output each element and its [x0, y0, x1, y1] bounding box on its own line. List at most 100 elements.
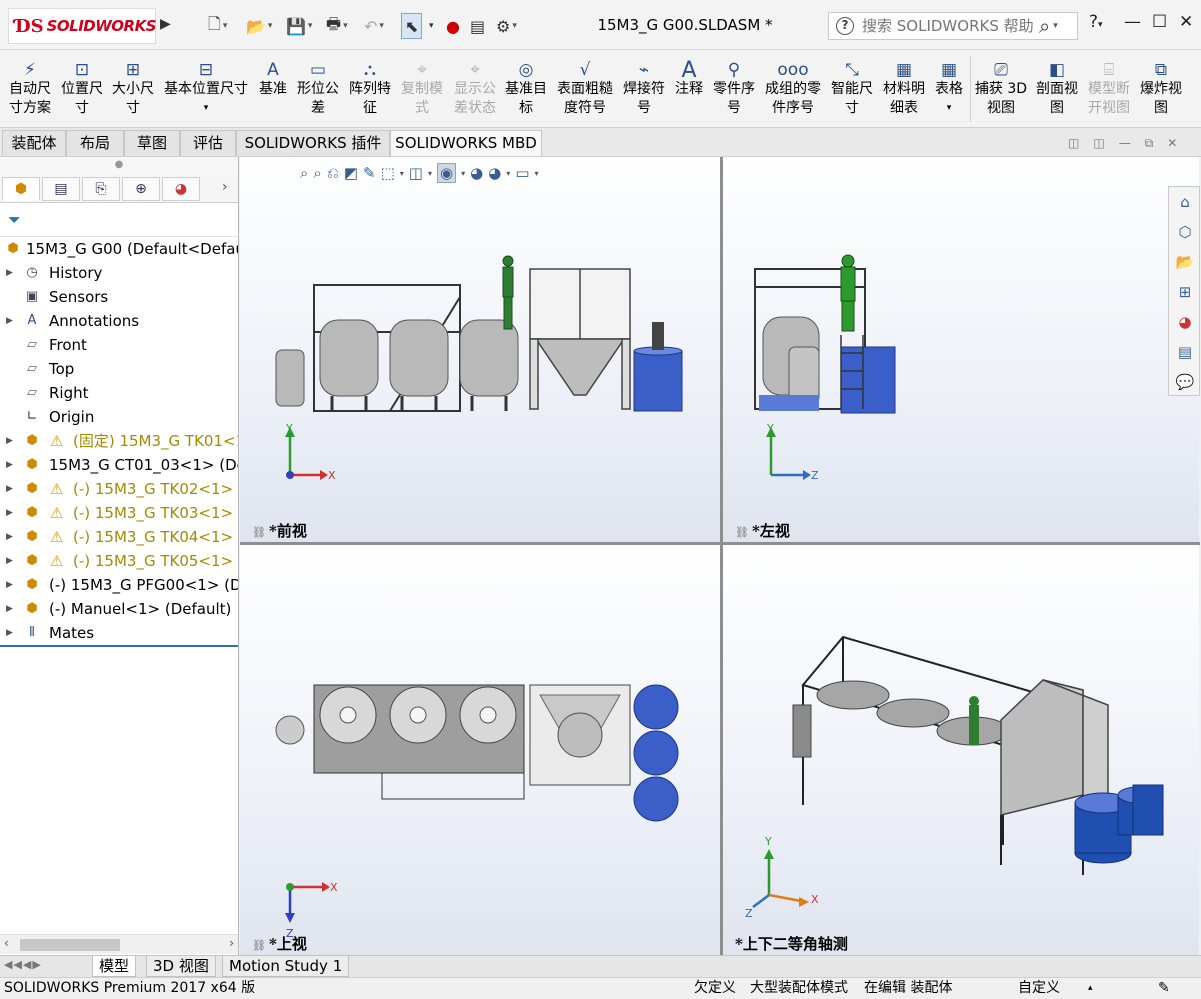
chevron-right-icon[interactable]: ›	[222, 179, 228, 195]
copy-scheme-button[interactable]: ⌖ 复制模 式	[398, 50, 446, 128]
tree-item-pfg00[interactable]: ▶ ⬢ (-) 15M3_G PFG00<1> (Default)	[0, 573, 238, 597]
tree-item-origin[interactable]: ∟ Origin	[0, 405, 238, 429]
tree-item-tk02[interactable]: ▶ ⬢ ⚠ (-) 15M3_G TK02<1> (Default)	[0, 477, 238, 501]
close-button[interactable]: ✕	[1179, 12, 1193, 32]
help-button[interactable]: ?▾	[1089, 12, 1103, 32]
custom-properties-icon[interactable]: ▤	[1172, 339, 1198, 365]
print-icon[interactable]: 🖶 ▾	[326, 13, 348, 39]
tab-navigation-icon[interactable]: ◀◀◀▶	[4, 958, 42, 971]
gear-icon[interactable]: ⚙ ▾	[496, 13, 517, 39]
smart-dimension-button[interactable]: ⤡ 智能尺 寸	[828, 50, 876, 128]
configuration-icon[interactable]: ⎘	[82, 177, 120, 201]
tree-item-root[interactable]: ⬢ 15M3_G G00 (Default<Default_Display St…	[0, 237, 238, 261]
solidworks-logo[interactable]: ƊS SOLIDWORKS	[8, 8, 157, 44]
tree-item-mates[interactable]: ▶ ⫴ Mates	[0, 621, 238, 645]
display-pie-icon[interactable]: ◕	[162, 177, 200, 201]
edit-appearance-icon[interactable]: ◕	[470, 164, 483, 182]
section-view-button[interactable]: ◧ 剖面视 图	[1032, 50, 1082, 128]
table-button[interactable]: ▦ 表格 ▾	[930, 50, 968, 128]
new-doc-icon[interactable]: 🗋 ▾	[208, 13, 227, 39]
horizontal-scrollbar[interactable]: ‹ ›	[0, 934, 238, 954]
expand-arrow-icon[interactable]: ▶	[6, 597, 13, 621]
minimize-button[interactable]: —	[1124, 12, 1141, 32]
viewport-left[interactable]: Y Z ⛓ *左视	[723, 157, 1199, 542]
expand-arrow-icon[interactable]: ▶	[6, 573, 13, 597]
search-dropdown-icon[interactable]: ▾	[1053, 21, 1058, 31]
viewport-next-icon[interactable]: ◫	[1093, 136, 1104, 151]
section-view-icon[interactable]: ◩	[344, 164, 358, 182]
traffic-light-icon[interactable]: ●	[446, 13, 460, 39]
tree-filter[interactable]: ⏷	[0, 203, 238, 237]
exploded-view-button[interactable]: ⧉ 爆炸视 图	[1136, 50, 1186, 128]
pattern-feature-button[interactable]: ⛬ 阵列特 征	[346, 50, 394, 128]
expand-arrow-icon[interactable]: ▶	[6, 429, 13, 453]
forum-icon[interactable]: 💬	[1172, 369, 1198, 395]
expand-arrow-icon[interactable]: ▶	[6, 477, 13, 501]
weld-symbol-button[interactable]: ⌁ 焊接符 号	[620, 50, 668, 128]
open-folder-icon[interactable]: 📂 ▾	[246, 13, 272, 39]
tab-solidworks-mbd[interactable]: SOLIDWORKS MBD	[390, 130, 542, 156]
viewport-restore-icon[interactable]: ⧉	[1145, 136, 1154, 151]
link-icon[interactable]: ⛓	[252, 939, 266, 952]
tab-3d-views[interactable]: 3D 视图	[146, 956, 216, 977]
appearances-icon[interactable]: ◕	[1172, 309, 1198, 335]
capture-3d-view-button[interactable]: ⎚ 捕获 3D 视图	[974, 50, 1028, 128]
viewport-minimize-icon[interactable]: —	[1119, 136, 1131, 151]
view-orientation-icon[interactable]: ⬚	[381, 164, 395, 182]
viewport-front[interactable]: Y X ⛓ *前视	[240, 157, 720, 542]
expand-arrow-icon[interactable]: ▶	[6, 549, 13, 573]
tree-item-right-plane[interactable]: ▱ Right	[0, 381, 238, 405]
expand-arrow-icon[interactable]: ▶	[6, 501, 13, 525]
save-icon[interactable]: 💾 ▾	[286, 13, 312, 39]
apply-scene-icon[interactable]: ◕	[488, 164, 501, 182]
help-search-input[interactable]	[862, 17, 1037, 35]
tab-motion-study[interactable]: Motion Study 1	[222, 956, 350, 977]
scroll-left-icon[interactable]: ‹	[4, 936, 9, 950]
units-dropdown-icon[interactable]: ▴	[1088, 978, 1093, 999]
menu-expand-icon[interactable]: ▶	[160, 16, 171, 32]
tree-item-sensors[interactable]: ▣ Sensors	[0, 285, 238, 309]
filter-icon[interactable]: ⏷	[8, 210, 21, 230]
scroll-thumb[interactable]	[20, 939, 120, 951]
property-list-icon[interactable]: ▤	[42, 177, 80, 201]
viewport-splitter-horizontal[interactable]	[240, 542, 1200, 545]
help-search-box[interactable]: ? ⌕ ▾	[828, 12, 1078, 40]
assembly-icon[interactable]: ⬢	[2, 177, 40, 201]
bom-button[interactable]: ▦ 材料明 细表	[880, 50, 928, 128]
hide-show-items-icon[interactable]: ◉	[437, 163, 457, 183]
properties-icon[interactable]: ▤	[470, 13, 485, 39]
location-dimension-button[interactable]: ⊡ 位置尺 寸	[58, 50, 106, 128]
viewport-splitter-vertical[interactable]	[720, 157, 723, 955]
status-units[interactable]: 自定义	[1018, 978, 1060, 999]
pointer-icon[interactable]: ⬉	[401, 13, 423, 39]
panel-grip[interactable]: ●	[0, 157, 238, 175]
home-icon[interactable]: ⌂	[1172, 189, 1198, 215]
tab-model[interactable]: 模型	[92, 956, 137, 977]
zoom-to-fit-icon[interactable]: ⌕	[300, 164, 308, 182]
expand-arrow-icon[interactable]: ▶	[6, 261, 13, 285]
viewport-top[interactable]: X Z ⛓ *上视	[240, 545, 720, 955]
expand-arrow-icon[interactable]: ▶	[6, 453, 13, 477]
expand-arrow-icon[interactable]: ▶	[6, 621, 13, 645]
tree-item-tk01[interactable]: ▶ ⬢ ⚠ (固定) 15M3_G TK01<1> (Default)	[0, 429, 238, 453]
search-icon[interactable]: ⌕	[1039, 14, 1050, 38]
previous-view-icon[interactable]: ⎌	[327, 164, 339, 182]
tree-item-tk03[interactable]: ▶ ⬢ ⚠ (-) 15M3_G TK03<1> (Default)	[0, 501, 238, 525]
view-settings-icon[interactable]: ▭	[515, 164, 529, 182]
expand-arrow-icon[interactable]: ▶	[6, 525, 13, 549]
tab-assembly[interactable]: 装配体	[2, 130, 66, 156]
tree-item-manuel[interactable]: ▶ ⬢ (-) Manuel<1> (Default)	[0, 597, 238, 621]
tree-item-tk05[interactable]: ▶ ⬢ ⚠ (-) 15M3_G TK05<1> (Default)	[0, 549, 238, 573]
undo-icon[interactable]: ↶ ▾	[364, 13, 384, 39]
basic-location-dimension-button[interactable]: ⊟ 基本位置尺寸 ▾	[162, 50, 250, 128]
surface-finish-button[interactable]: √ 表面粗糙 度符号	[554, 50, 616, 128]
tree-item-history[interactable]: ▶ ◷ History	[0, 261, 238, 285]
viewport-isometric[interactable]: Y X Z *上下二等角轴测	[723, 545, 1199, 955]
size-dimension-button[interactable]: ⊞ 大小尺 寸	[108, 50, 158, 128]
link-icon[interactable]: ⛓	[735, 526, 749, 539]
datum-target-button[interactable]: ◎ 基准目 标	[502, 50, 550, 128]
zoom-to-area-icon[interactable]: ⌕	[313, 164, 321, 182]
rebuild-status-icon[interactable]: ✎	[1158, 978, 1170, 999]
select-dropdown-icon[interactable]: ▾	[429, 13, 434, 39]
tree-item-top-plane[interactable]: ▱ Top	[0, 357, 238, 381]
